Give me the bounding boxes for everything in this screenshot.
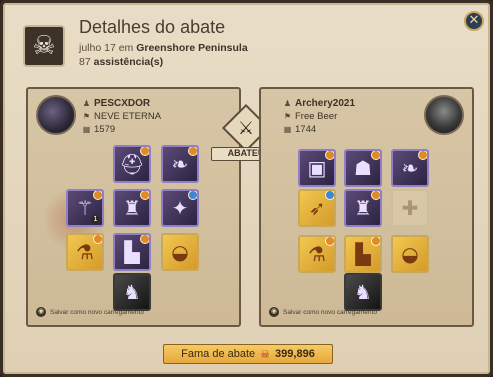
assist-count: 87 assistência(s) — [79, 56, 163, 68]
tier-badge — [188, 147, 197, 156]
item-power-icon: ▦ — [82, 125, 91, 134]
victim-name[interactable]: Archery2021 — [295, 98, 355, 109]
mount-icon: ♞ — [354, 280, 372, 304]
close-button[interactable]: ✕ — [464, 11, 484, 31]
killer-info: ♟ PESCXDOR ⚑ NEVE ETERNA ▦ 1579 — [82, 97, 161, 136]
killer-save-label: Salvar como novo carregamento — [50, 308, 144, 316]
item-power-icon: ▦ — [283, 125, 292, 134]
killer-cape-slot[interactable]: ❧ — [161, 145, 199, 183]
killer-potion-slot[interactable]: ⚗ — [66, 233, 104, 271]
tier-badge — [140, 235, 149, 244]
kill-date-location: julho 17 em Greenshore Peninsula — [79, 42, 248, 54]
kill-location: Greenshore Peninsula — [136, 42, 248, 54]
victim-head-slot[interactable]: ☗ — [344, 149, 382, 187]
killer-armor-slot[interactable]: ♜ — [113, 189, 151, 227]
tier-badge — [140, 147, 149, 156]
killer-panel: ♟ PESCXDOR ⚑ NEVE ETERNA ▦ 1579 ⛑ ❧ ⚚ 1 ♜ ✦ … — [26, 87, 241, 327]
player-icon: ♟ — [82, 99, 91, 108]
victim-bag-slot[interactable]: ▣ — [298, 149, 336, 187]
victim-avatar[interactable] — [424, 95, 464, 135]
killer-weapon-slot[interactable]: ⚚ 1 — [66, 189, 104, 227]
kill-fame-bar: Fama de abate ☠ 399,896 — [163, 344, 333, 364]
tier-badge — [325, 151, 334, 160]
killer-guild[interactable]: NEVE ETERNA — [94, 111, 161, 122]
skull-crossbones-icon: ☠ — [23, 25, 65, 67]
assist-label: assistência(s) — [93, 56, 164, 68]
killer-food-slot[interactable]: ◒ — [161, 233, 199, 271]
tier-badge — [140, 191, 149, 200]
kill-date: julho 17 em — [79, 42, 134, 54]
victim-save-label: Salvar como novo carregamento — [283, 308, 377, 316]
killer-name[interactable]: PESCXDOR — [94, 98, 150, 109]
mount-icon: ♞ — [123, 280, 141, 304]
tier-badge — [371, 237, 380, 246]
tier-badge — [325, 237, 334, 246]
killer-head-slot[interactable]: ⛑ — [113, 145, 151, 183]
victim-cape-slot[interactable]: ❧ — [391, 149, 429, 187]
item-count: 1 — [91, 215, 100, 224]
kill-fame-label: Fama de abate — [181, 348, 256, 360]
tier-badge — [371, 191, 380, 200]
tier-badge — [188, 191, 197, 200]
assist-number: 87 — [79, 56, 91, 68]
kill-fame-value: 399,896 — [275, 348, 315, 360]
tier-badge — [325, 191, 334, 200]
skull-fame-icon: ☠ — [260, 348, 271, 361]
victim-armor-slot[interactable]: ♜ — [344, 189, 382, 227]
food-bowl-icon: ◒ — [401, 242, 419, 266]
close-icon: ✕ — [468, 13, 480, 28]
victim-potion-slot[interactable]: ⚗ — [298, 235, 336, 273]
tier-badge — [93, 191, 102, 200]
victim-save-loadout-button[interactable]: ◉ Salvar como novo carregamento — [269, 307, 377, 317]
guild-icon: ⚑ — [283, 112, 292, 121]
killer-avatar[interactable] — [36, 95, 76, 135]
killer-mount-slot[interactable]: ♞ — [113, 273, 151, 311]
food-bowl-icon: ◒ — [171, 240, 189, 264]
tier-badge — [371, 151, 380, 160]
save-icon: ◉ — [269, 307, 279, 317]
victim-offhand-slot-empty[interactable]: ✚ — [391, 189, 429, 227]
victim-panel: ♟ Archery2021 ⚑ Free Beer ▦ 1744 ▣ ☗ ❧ ➶ ♜ … — [259, 87, 474, 327]
victim-weapon-slot[interactable]: ➶ — [298, 189, 336, 227]
victim-food-slot[interactable]: ◒ — [391, 235, 429, 273]
tier-badge — [418, 151, 427, 160]
empty-slot-icon: ✚ — [401, 196, 419, 220]
victim-info: ♟ Archery2021 ⚑ Free Beer ▦ 1744 — [283, 97, 355, 136]
player-icon: ♟ — [283, 99, 292, 108]
save-icon: ◉ — [36, 307, 46, 317]
killer-item-power: 1579 — [94, 124, 116, 135]
killer-save-loadout-button[interactable]: ◉ Salvar como novo carregamento — [36, 307, 144, 317]
killer-offhand-slot[interactable]: ✦ — [161, 189, 199, 227]
victim-item-power: 1744 — [295, 124, 317, 135]
victim-mount-slot[interactable]: ♞ — [344, 273, 382, 311]
page-title: Detalhes do abate — [79, 17, 226, 37]
kill-details-window: ☠ Detalhes do abate julho 17 em Greensho… — [0, 0, 493, 377]
victim-shoes-slot[interactable]: ▙ — [344, 235, 382, 273]
guild-icon: ⚑ — [82, 112, 91, 121]
tier-badge — [93, 235, 102, 244]
killer-shoes-slot[interactable]: ▙ — [113, 233, 151, 271]
victim-guild[interactable]: Free Beer — [295, 111, 337, 122]
crossed-swords-icon: ⚔ — [237, 117, 255, 139]
